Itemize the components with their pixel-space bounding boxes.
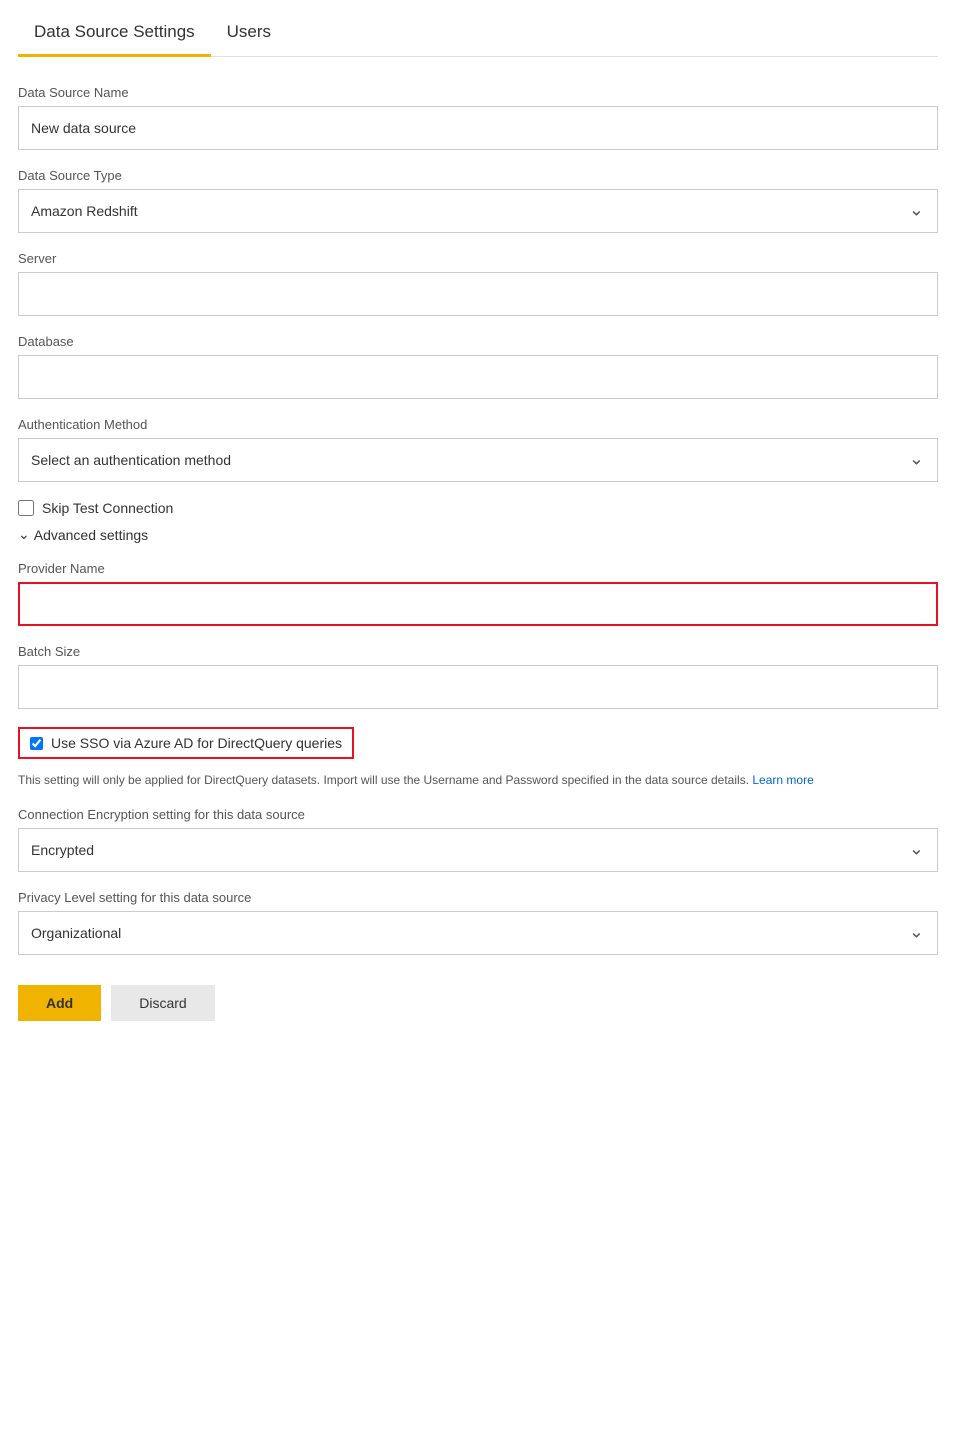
- skip-test-label[interactable]: Skip Test Connection: [42, 500, 173, 516]
- database-label: Database: [18, 334, 938, 349]
- server-input[interactable]: [18, 272, 938, 316]
- server-label: Server: [18, 251, 938, 266]
- datasource-name-section: Data Source Name: [18, 85, 938, 150]
- learn-more-link[interactable]: Learn more: [752, 773, 813, 787]
- privacy-section: Privacy Level setting for this data sour…: [18, 890, 938, 955]
- batch-size-input[interactable]: [18, 665, 938, 709]
- auth-method-select[interactable]: Select an authentication method Basic (U…: [18, 438, 938, 482]
- add-button[interactable]: Add: [18, 985, 101, 1021]
- button-row: Add Discard: [18, 985, 938, 1021]
- datasource-name-label: Data Source Name: [18, 85, 938, 100]
- auth-method-wrapper: Select an authentication method Basic (U…: [18, 438, 938, 482]
- batch-size-section: Batch Size: [18, 644, 938, 709]
- sso-label[interactable]: Use SSO via Azure AD for DirectQuery que…: [51, 735, 342, 751]
- batch-size-label: Batch Size: [18, 644, 938, 659]
- tab-users[interactable]: Users: [211, 10, 287, 56]
- datasource-name-input[interactable]: [18, 106, 938, 150]
- privacy-select[interactable]: Organizational Private Public None: [18, 911, 938, 955]
- skip-test-checkbox[interactable]: [18, 500, 34, 516]
- privacy-wrapper: Organizational Private Public None: [18, 911, 938, 955]
- encryption-select[interactable]: Encrypted Not Encrypted Not Applicable: [18, 828, 938, 872]
- advanced-settings-label: Advanced settings: [34, 527, 148, 543]
- page-container: Data Source Settings Users Data Source N…: [0, 0, 956, 1061]
- skip-test-row: Skip Test Connection: [18, 500, 938, 516]
- sso-note: This setting will only be applied for Di…: [18, 771, 938, 789]
- auth-method-label: Authentication Method: [18, 417, 938, 432]
- privacy-label: Privacy Level setting for this data sour…: [18, 890, 938, 905]
- tab-data-source-settings[interactable]: Data Source Settings: [18, 10, 211, 56]
- datasource-type-label: Data Source Type: [18, 168, 938, 183]
- sso-checkbox-container: Use SSO via Azure AD for DirectQuery que…: [18, 727, 354, 759]
- sso-checkbox[interactable]: [30, 737, 43, 750]
- provider-name-label: Provider Name: [18, 561, 938, 576]
- chevron-down-icon: ⌄: [18, 526, 30, 543]
- advanced-settings-row[interactable]: ⌄ Advanced settings: [18, 526, 938, 543]
- database-section: Database: [18, 334, 938, 399]
- database-input[interactable]: [18, 355, 938, 399]
- encryption-wrapper: Encrypted Not Encrypted Not Applicable: [18, 828, 938, 872]
- auth-method-section: Authentication Method Select an authenti…: [18, 417, 938, 482]
- datasource-type-select[interactable]: Amazon Redshift SQL Server Oracle MySQL …: [18, 189, 938, 233]
- discard-button[interactable]: Discard: [111, 985, 214, 1021]
- encryption-label: Connection Encryption setting for this d…: [18, 807, 938, 822]
- encryption-section: Connection Encryption setting for this d…: [18, 807, 938, 872]
- datasource-type-wrapper: Amazon Redshift SQL Server Oracle MySQL …: [18, 189, 938, 233]
- tabs-header: Data Source Settings Users: [18, 0, 938, 57]
- datasource-type-section: Data Source Type Amazon Redshift SQL Ser…: [18, 168, 938, 233]
- provider-name-section: Provider Name: [18, 561, 938, 626]
- sso-section: Use SSO via Azure AD for DirectQuery que…: [18, 727, 938, 789]
- provider-name-input[interactable]: [18, 582, 938, 626]
- server-section: Server: [18, 251, 938, 316]
